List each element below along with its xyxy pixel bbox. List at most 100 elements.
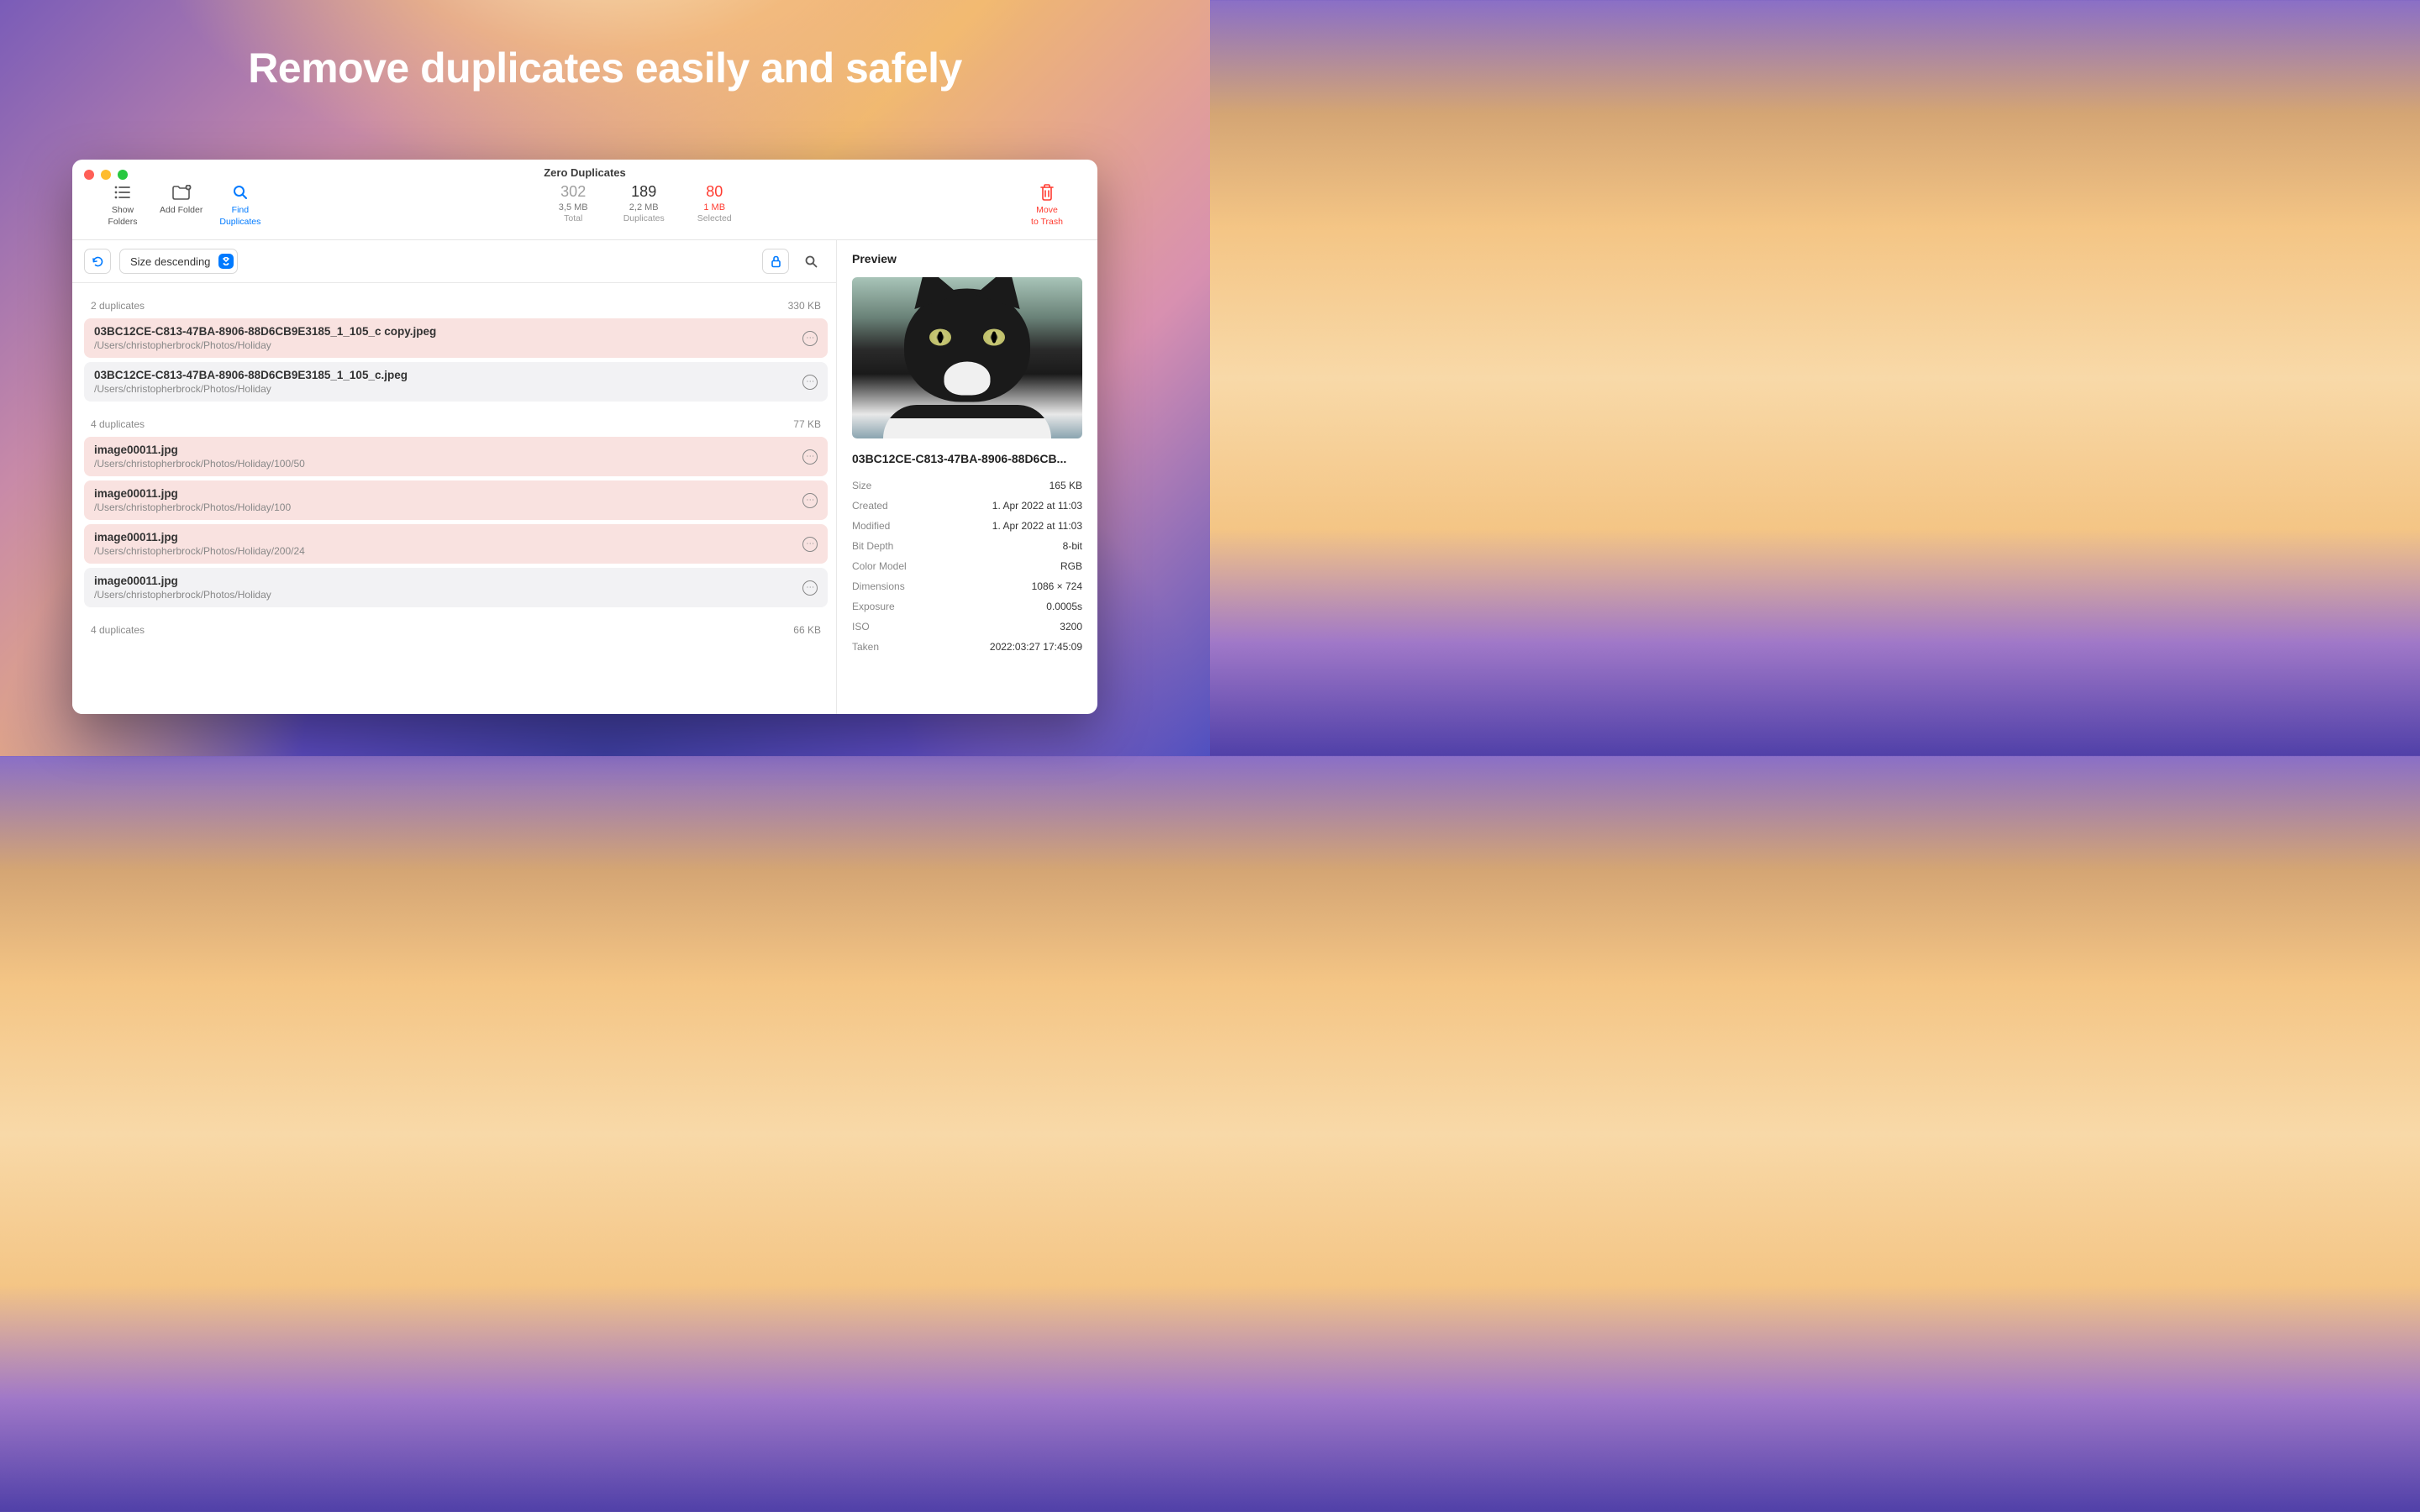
traffic-lights — [84, 170, 128, 180]
meta-key: ISO — [852, 621, 870, 633]
stats: 302 3,5 MB Total 189 2,2 MB Duplicates 8… — [547, 183, 740, 225]
minimize-icon[interactable] — [101, 170, 111, 180]
move-to-trash-button[interactable]: Move to Trash — [1018, 183, 1076, 228]
duplicate-group: 2 duplicates330 KB 03BC12CE-C813-47BA-89… — [84, 291, 828, 402]
meta-row: Created 1. Apr 2022 at 11:03 — [852, 496, 1082, 516]
meta-val: 8-bit — [1063, 540, 1082, 552]
trash-icon — [1039, 183, 1055, 202]
meta-row: Taken 2022:03:27 17:45:09 — [852, 637, 1082, 657]
preview-panel: Preview 03BC12CE-C813-47BA-8906-88D6CB..… — [837, 240, 1097, 714]
find-duplicates-label: Find Duplicates — [219, 205, 260, 228]
meta-key: Exposure — [852, 601, 895, 612]
meta-key: Color Model — [852, 560, 907, 572]
preview-metadata: Size165 KBCreated1. Apr 2022 at 11:03Mod… — [852, 475, 1082, 657]
meta-val: 2022:03:27 17:45:09 — [990, 641, 1082, 653]
file-row[interactable]: image00011.jpg /Users/christopherbrock/P… — [84, 568, 828, 607]
find-duplicates-button[interactable]: Find Duplicates — [211, 183, 269, 228]
sort-select[interactable]: Size descending — [119, 249, 238, 274]
file-path: /Users/christopherbrock/Photos/Holiday/1… — [94, 501, 802, 513]
meta-row: Exposure0.0005s — [852, 596, 1082, 617]
add-folder-label: Add Folder — [160, 205, 203, 217]
stat-selected-size: 1 MB — [703, 202, 725, 213]
file-path: /Users/christopherbrock/Photos/Holiday — [94, 383, 802, 395]
file-name: 03BC12CE-C813-47BA-8906-88D6CB9E3185_1_1… — [94, 325, 802, 338]
window-title: Zero Duplicates — [544, 166, 626, 179]
more-icon[interactable]: ⋯ — [802, 537, 818, 552]
duplicate-group: 4 duplicates77 KB image00011.jpg /Users/… — [84, 410, 828, 607]
meta-row: Modified 1. Apr 2022 at 11:03 — [852, 516, 1082, 536]
maximize-icon[interactable] — [118, 170, 128, 180]
hero-title: Remove duplicates easily and safely — [0, 44, 1210, 92]
close-icon[interactable] — [84, 170, 94, 180]
show-folders-label: Show Folders — [108, 205, 137, 228]
file-name: image00011.jpg — [94, 444, 802, 456]
meta-val: 3200 — [1060, 621, 1082, 633]
refresh-button[interactable] — [84, 249, 111, 274]
filter-bar: Size descending — [72, 240, 836, 283]
meta-key: Created — [852, 500, 888, 512]
stat-duplicates-size: 2,2 MB — [629, 202, 659, 213]
preview-filename: 03BC12CE-C813-47BA-8906-88D6CB... — [852, 452, 1082, 465]
file-list[interactable]: 2 duplicates330 KB 03BC12CE-C813-47BA-89… — [72, 283, 836, 714]
stat-duplicates: 189 2,2 MB Duplicates — [618, 183, 670, 225]
stat-total: 302 3,5 MB Total — [547, 183, 599, 225]
file-path: /Users/christopherbrock/Photos/Holiday/2… — [94, 545, 802, 557]
file-name: image00011.jpg — [94, 487, 802, 500]
stat-total-size: 3,5 MB — [559, 202, 588, 213]
meta-val: 1. Apr 2022 at 11:03 — [992, 520, 1082, 532]
meta-key: Dimensions — [852, 580, 905, 592]
file-row[interactable]: 03BC12CE-C813-47BA-8906-88D6CB9E3185_1_1… — [84, 362, 828, 402]
meta-val: RGB — [1060, 560, 1082, 572]
group-header: 2 duplicates330 KB — [84, 291, 828, 318]
meta-val: 1086 × 724 — [1032, 580, 1082, 592]
more-icon[interactable]: ⋯ — [802, 331, 818, 346]
folder-plus-icon — [171, 183, 192, 202]
search-button[interactable] — [797, 249, 824, 274]
meta-row: Color Model RGB — [852, 556, 1082, 576]
main-panel: Size descending 2 duplicates330 KB 03BC1… — [72, 240, 837, 714]
file-path: /Users/christopherbrock/Photos/Holiday — [94, 339, 802, 351]
stat-duplicates-num: 189 — [631, 183, 656, 202]
meta-row: Dimensions 1086 × 724 — [852, 576, 1082, 596]
stat-selected-label: Selected — [697, 213, 732, 225]
refresh-icon — [92, 255, 104, 268]
app-window: Zero Duplicates Show Folders Add Folder … — [72, 160, 1097, 714]
stat-duplicates-label: Duplicates — [623, 213, 665, 225]
chevron-down-icon — [218, 254, 234, 269]
search-icon — [233, 183, 248, 202]
meta-row: ISO 3200 — [852, 617, 1082, 637]
more-icon[interactable]: ⋯ — [802, 493, 818, 508]
add-folder-button[interactable]: Add Folder — [151, 183, 211, 217]
meta-row: Size165 KB — [852, 475, 1082, 496]
titlebar: Zero Duplicates — [72, 160, 1097, 176]
list-icon — [114, 183, 131, 202]
meta-val: 165 KB — [1050, 480, 1082, 491]
file-row[interactable]: 03BC12CE-C813-47BA-8906-88D6CB9E3185_1_1… — [84, 318, 828, 358]
preview-title: Preview — [852, 252, 1082, 265]
duplicate-group: 4 duplicates 66 KB — [84, 616, 828, 643]
file-row[interactable]: image00011.jpg /Users/christopherbrock/P… — [84, 524, 828, 564]
group-size: 66 KB — [793, 624, 821, 636]
sort-label: Size descending — [130, 255, 210, 268]
lock-icon — [771, 255, 781, 268]
preview-image — [852, 277, 1082, 438]
meta-key: Modified — [852, 520, 890, 532]
more-icon[interactable]: ⋯ — [802, 375, 818, 390]
group-header: 4 duplicates 66 KB — [84, 616, 828, 643]
lock-button[interactable] — [762, 249, 789, 274]
file-path: /Users/christopherbrock/Photos/Holiday/1… — [94, 458, 802, 470]
file-path: /Users/christopherbrock/Photos/Holiday — [94, 589, 802, 601]
group-count: 4 duplicates — [91, 624, 145, 636]
toolbar: Show Folders Add Folder Find Duplicates … — [72, 176, 1097, 240]
group-size: 330 KB — [788, 300, 821, 312]
meta-key: Taken — [852, 641, 879, 653]
meta-val: 1. Apr 2022 at 11:03 — [992, 500, 1082, 512]
file-row[interactable]: image00011.jpg /Users/christopherbrock/P… — [84, 480, 828, 520]
file-row[interactable]: image00011.jpg /Users/christopherbrock/P… — [84, 437, 828, 476]
more-icon[interactable]: ⋯ — [802, 449, 818, 465]
show-folders-button[interactable]: Show Folders — [94, 183, 151, 228]
stat-total-num: 302 — [560, 183, 586, 202]
file-name: image00011.jpg — [94, 531, 802, 543]
group-header: 4 duplicates77 KB — [84, 410, 828, 437]
more-icon[interactable]: ⋯ — [802, 580, 818, 596]
